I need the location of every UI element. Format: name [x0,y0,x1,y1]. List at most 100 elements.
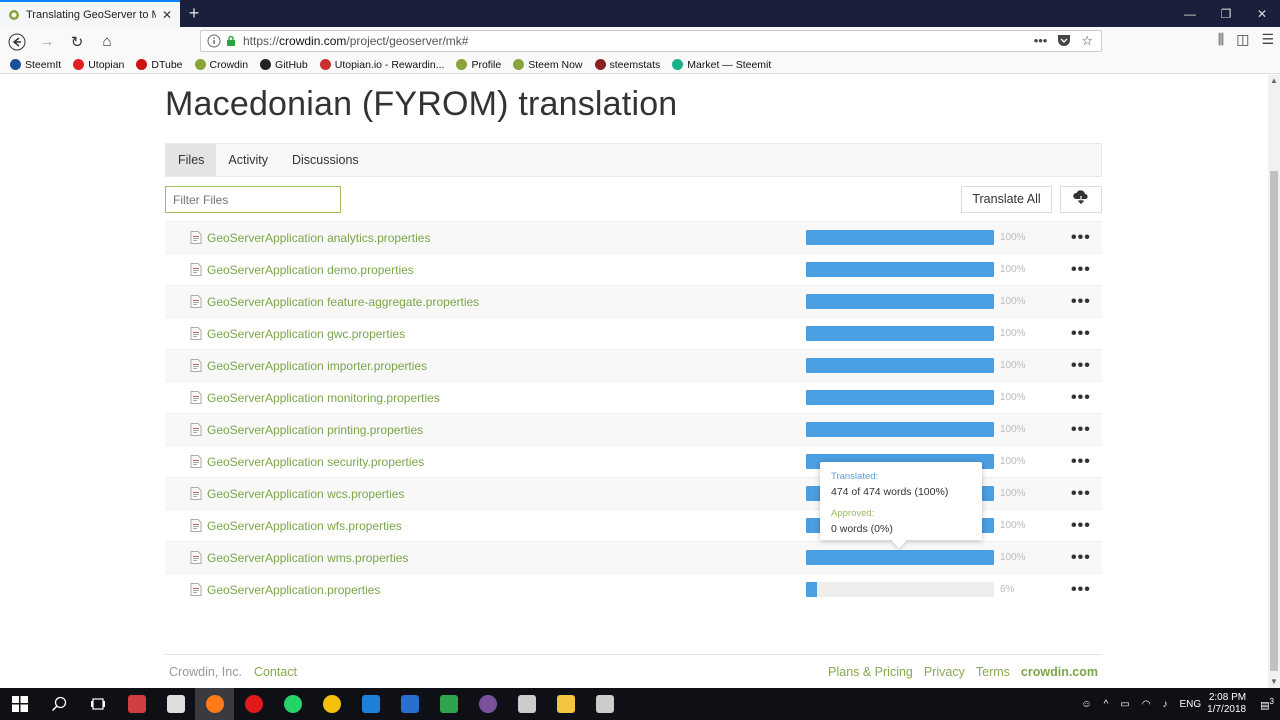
file-name-link[interactable]: GeoServerApplication gwc.properties [207,327,405,341]
progress-bar[interactable] [806,550,994,565]
page-scrollbar[interactable]: ▲ ▼ [1268,75,1280,688]
file-name-link[interactable]: GeoServerApplication wfs.properties [207,519,402,533]
bookmark-item[interactable]: Steem Now [513,59,583,71]
task-view-button[interactable] [78,688,117,720]
bookmark-item[interactable]: Utopian.io - Rewardin... [319,59,444,71]
taskbar-app-button[interactable] [234,688,273,720]
minimize-icon[interactable]: — [1172,0,1208,27]
pocket-icon[interactable] [1057,33,1071,50]
progress-bar[interactable] [806,326,994,341]
download-button[interactable] [1060,186,1102,213]
more-options-icon[interactable]: ••• [1071,517,1091,533]
taskbar-app-button[interactable] [585,688,624,720]
file-name-link[interactable]: GeoServerApplication monitoring.properti… [207,391,440,405]
clock[interactable]: 2:08 PM 1/7/2018 [1207,692,1246,716]
bookmark-item[interactable]: Profile [456,59,501,71]
more-options-icon[interactable]: ••• [1071,389,1091,405]
more-options-icon[interactable]: ••• [1071,485,1091,501]
tab-files[interactable]: Files [166,144,217,176]
volume-icon[interactable]: ♪ [1162,699,1167,710]
reload-icon[interactable]: ↻ [64,29,90,55]
taskbar-app-button[interactable] [390,688,429,720]
taskbar-app-button[interactable] [507,688,546,720]
progress-bar[interactable] [806,294,994,309]
browser-tab[interactable]: Translating GeoServer to Macedonian ✕ [0,0,180,27]
more-options-icon[interactable]: ••• [1071,549,1091,565]
bookmark-item[interactable]: Utopian [73,59,124,71]
file-name-link[interactable]: GeoServerApplication feature-aggregate.p… [207,295,479,309]
file-name-link[interactable]: GeoServerApplication analytics.propertie… [207,231,430,245]
more-options-icon[interactable]: ••• [1071,421,1091,437]
footer-plans-link[interactable]: Plans & Pricing [828,665,913,679]
file-name-link[interactable]: GeoServerApplication security.properties [207,455,424,469]
progress-bar[interactable] [806,582,994,597]
scroll-down-icon[interactable]: ▼ [1268,676,1280,688]
library-icon[interactable]: ⫼ [1218,31,1224,48]
progress-bar[interactable] [806,390,994,405]
menu-icon[interactable]: ☰ [1261,31,1274,48]
translate-all-button[interactable]: Translate All [961,186,1052,213]
filter-files-input[interactable] [165,186,341,213]
close-tab-icon[interactable]: ✕ [162,8,172,22]
more-options-icon[interactable]: ••• [1071,357,1091,373]
progress-bar[interactable] [806,230,994,245]
scroll-up-icon[interactable]: ▲ [1268,75,1280,87]
home-icon[interactable]: ⌂ [94,29,120,55]
people-icon[interactable]: ☺ [1081,699,1091,710]
taskbar-app-button[interactable] [546,688,585,720]
taskbar-app-button[interactable] [195,688,234,720]
taskbar-app-button[interactable] [351,688,390,720]
start-button[interactable] [0,688,39,720]
search-button[interactable] [39,688,78,720]
bookmark-item[interactable]: steemstats [594,59,660,71]
bookmark-item[interactable]: Market — Steemit [672,59,771,71]
footer-terms-link[interactable]: Terms [976,665,1010,679]
show-hidden-icons[interactable]: ^ [1104,699,1109,710]
language-indicator[interactable]: ENG [1179,699,1201,710]
tab-activity[interactable]: Activity [216,144,280,176]
restore-icon[interactable]: ❐ [1208,0,1244,27]
bookmark-star-icon[interactable]: ☆ [1081,33,1093,50]
footer-brand-link[interactable]: crowdin.com [1021,665,1098,679]
progress-bar[interactable] [806,358,994,373]
info-icon[interactable] [207,34,221,48]
close-window-icon[interactable]: ✕ [1244,0,1280,27]
bookmark-item[interactable]: Crowdin [194,59,248,71]
new-tab-icon[interactable]: + [184,2,204,24]
notification-center-icon[interactable]: ▤3 [1260,697,1274,711]
more-options-icon[interactable]: ••• [1071,293,1091,309]
progress-bar[interactable] [806,422,994,437]
footer-contact-link[interactable]: Contact [254,665,297,679]
file-name-link[interactable]: GeoServerApplication printing.properties [207,423,423,437]
forward-icon[interactable]: → [34,29,60,55]
more-options-icon[interactable]: ••• [1071,261,1091,277]
wifi-icon[interactable]: ◠ [1142,699,1151,710]
taskbar-app-button[interactable] [312,688,351,720]
progress-bar[interactable] [806,262,994,277]
scrollbar-thumb[interactable] [1270,171,1278,671]
taskbar-app-button[interactable] [468,688,507,720]
address-bar[interactable]: https://crowdin.com/project/geoserver/mk… [200,30,1102,52]
page-actions-icon[interactable]: ••• [1034,33,1048,50]
file-name-link[interactable]: GeoServerApplication wms.properties [207,551,408,565]
file-name-link[interactable]: GeoServerApplication.properties [207,583,380,597]
tab-discussions[interactable]: Discussions [280,144,371,176]
bookmark-item[interactable]: GitHub [260,59,308,71]
more-options-icon[interactable]: ••• [1071,229,1091,245]
battery-icon[interactable]: ▭ [1120,699,1129,710]
sidebar-icon[interactable]: ◫ [1236,31,1249,48]
taskbar-app-button[interactable] [156,688,195,720]
more-options-icon[interactable]: ••• [1071,581,1091,597]
file-name-link[interactable]: GeoServerApplication wcs.properties [207,487,404,501]
taskbar-app-button[interactable] [273,688,312,720]
file-name-link[interactable]: GeoServerApplication demo.properties [207,263,414,277]
bookmark-item[interactable]: DTube [136,59,183,71]
taskbar-app-button[interactable] [117,688,156,720]
footer-privacy-link[interactable]: Privacy [924,665,965,679]
more-options-icon[interactable]: ••• [1071,325,1091,341]
file-name-link[interactable]: GeoServerApplication importer.properties [207,359,427,373]
more-options-icon[interactable]: ••• [1071,453,1091,469]
bookmark-item[interactable]: SteemIt [10,59,61,71]
back-icon[interactable] [4,29,30,55]
taskbar-app-button[interactable] [429,688,468,720]
